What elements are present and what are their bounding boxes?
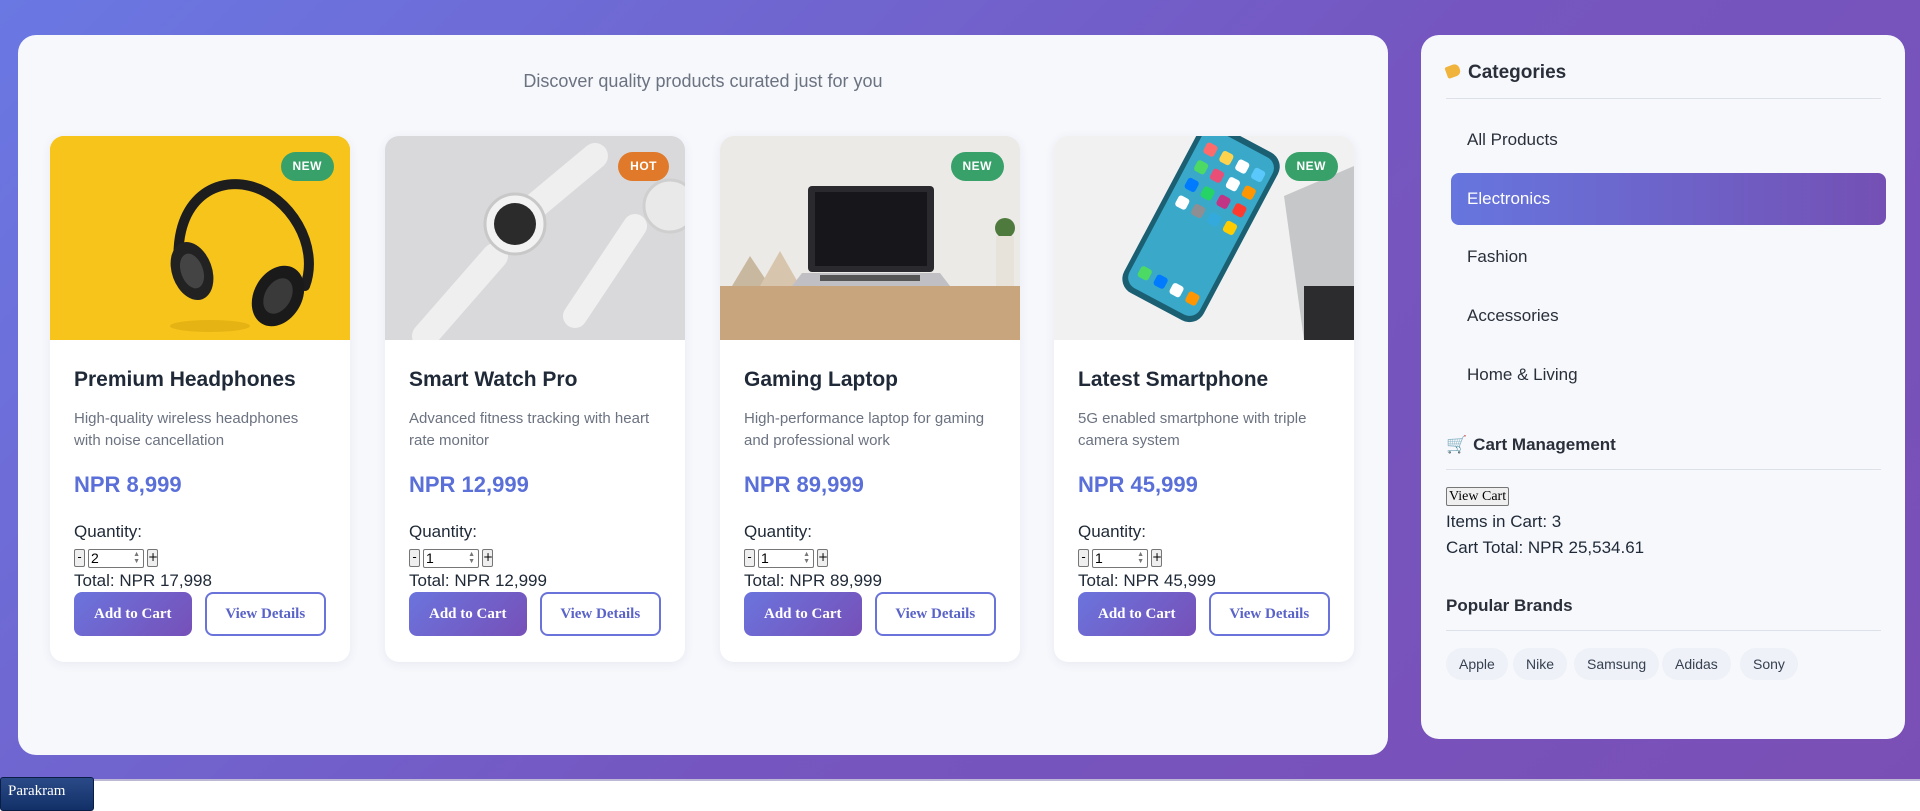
- quantity-label: Quantity:: [1078, 522, 1147, 541]
- product-description: Advanced fitness tracking with heart rat…: [409, 410, 650, 449]
- product-card: NEW Gaming Laptop High-performance lapto…: [720, 136, 1020, 662]
- product-price: NPR 8,999: [74, 472, 182, 497]
- quantity-input[interactable]: 2 ▲ ▼: [88, 548, 144, 568]
- product-panel: Discover quality products curated just f…: [18, 35, 1388, 755]
- quantity-input[interactable]: 1 ▲ ▼: [1092, 548, 1148, 568]
- cart-total: Cart Total: NPR 25,534.61: [1446, 538, 1645, 557]
- taskbar-button[interactable]: Parakram: [0, 777, 94, 811]
- add-to-cart-button[interactable]: Add to Cart: [74, 592, 192, 636]
- new-badge: NEW: [280, 152, 334, 181]
- product-name: Latest Smartphone: [1078, 368, 1269, 391]
- product-price: NPR 45,999: [1078, 472, 1198, 497]
- category-accessories[interactable]: Accessories: [1451, 290, 1886, 342]
- quantity-value: 1: [761, 549, 769, 566]
- taskbar-divider: [94, 779, 1920, 781]
- increase-quantity-button[interactable]: +: [147, 549, 158, 567]
- brand-apple[interactable]: Apple: [1446, 648, 1508, 680]
- category-fashion[interactable]: Fashion: [1451, 231, 1886, 283]
- product-image: NEW: [720, 136, 1020, 340]
- product-name: Smart Watch Pro: [409, 368, 578, 391]
- spinner-icon[interactable]: ▲ ▼: [1137, 551, 1144, 565]
- spinner-icon[interactable]: ▲ ▼: [468, 551, 475, 565]
- product-image: NEW: [50, 136, 350, 340]
- popular-brands-heading: Popular Brands: [1446, 596, 1881, 631]
- view-details-button[interactable]: View Details: [204, 592, 326, 636]
- categories-heading: Categories: [1444, 62, 1881, 99]
- add-to-cart-button[interactable]: Add to Cart: [1078, 592, 1196, 636]
- quantity-value: 1: [426, 549, 434, 566]
- spinner-icon[interactable]: ▲ ▼: [803, 551, 810, 565]
- quantity-input[interactable]: 1 ▲ ▼: [423, 548, 479, 568]
- decrease-quantity-button[interactable]: -: [74, 549, 85, 567]
- new-badge: NEW: [950, 152, 1004, 181]
- product-image: NEW: [1054, 136, 1354, 340]
- increase-quantity-button[interactable]: +: [1151, 549, 1162, 567]
- spinner-icon[interactable]: ▲ ▼: [133, 551, 140, 565]
- product-description: High-quality wireless headphones with no…: [74, 410, 299, 449]
- view-details-button[interactable]: View Details: [1208, 592, 1330, 636]
- product-price: NPR 89,999: [744, 472, 864, 497]
- brand-adidas[interactable]: Adidas: [1662, 648, 1731, 680]
- quantity-input[interactable]: 1 ▲ ▼: [758, 548, 814, 568]
- product-name: Premium Headphones: [74, 368, 296, 391]
- product-price: NPR 12,999: [409, 472, 529, 497]
- category-home-living[interactable]: Home & Living: [1451, 349, 1886, 401]
- view-details-button[interactable]: View Details: [539, 592, 661, 636]
- category-all-products[interactable]: All Products: [1451, 114, 1886, 166]
- product-card: HOT Smart Watch Pro Advanced fitness tra…: [385, 136, 685, 662]
- product-card: NEW Premium Headphones High-quality wire…: [50, 136, 350, 662]
- product-total: Total: NPR 45,999: [1078, 571, 1216, 590]
- quantity-label: Quantity:: [74, 522, 143, 541]
- cart-management-title: Cart Management: [1473, 435, 1616, 454]
- sidebar: Categories All Products Electronics Fash…: [1421, 35, 1905, 739]
- increase-quantity-button[interactable]: +: [482, 549, 493, 567]
- tag-icon: [1444, 62, 1462, 80]
- brand-sony[interactable]: Sony: [1740, 648, 1798, 680]
- quantity-label: Quantity:: [409, 522, 478, 541]
- product-card: NEW Latest Smartphone 5G enabled smartph…: [1054, 136, 1354, 662]
- brand-samsung[interactable]: Samsung: [1574, 648, 1660, 680]
- cart-management-heading: 🛒 Cart Management: [1446, 435, 1881, 470]
- new-badge: NEW: [1284, 152, 1338, 181]
- categories-title: Categories: [1468, 62, 1567, 83]
- hot-badge: HOT: [618, 152, 669, 181]
- brand-nike[interactable]: Nike: [1513, 648, 1568, 680]
- category-electronics[interactable]: Electronics: [1451, 173, 1886, 225]
- product-total: Total: NPR 17,998: [74, 571, 212, 590]
- page-tagline: Discover quality products curated just f…: [523, 71, 883, 91]
- decrease-quantity-button[interactable]: -: [409, 549, 420, 567]
- add-to-cart-button[interactable]: Add to Cart: [409, 592, 527, 636]
- product-name: Gaming Laptop: [744, 368, 898, 391]
- product-description: High-performance laptop for gaming and p…: [744, 410, 985, 449]
- quantity-value: 2: [91, 549, 99, 566]
- quantity-label: Quantity:: [744, 522, 813, 541]
- product-description: 5G enabled smartphone with triple camera…: [1078, 410, 1307, 449]
- decrease-quantity-button[interactable]: -: [744, 549, 755, 567]
- items-in-cart: Items in Cart: 3: [1446, 512, 1562, 531]
- product-image: HOT: [385, 136, 685, 340]
- product-total: Total: NPR 89,999: [744, 571, 882, 590]
- cart-icon: 🛒: [1446, 435, 1468, 455]
- product-total: Total: NPR 12,999: [409, 571, 547, 590]
- increase-quantity-button[interactable]: +: [817, 549, 828, 567]
- view-cart-button[interactable]: View Cart: [1446, 487, 1510, 506]
- quantity-value: 1: [1095, 549, 1103, 566]
- view-details-button[interactable]: View Details: [874, 592, 996, 636]
- decrease-quantity-button[interactable]: -: [1078, 549, 1089, 567]
- add-to-cart-button[interactable]: Add to Cart: [744, 592, 862, 636]
